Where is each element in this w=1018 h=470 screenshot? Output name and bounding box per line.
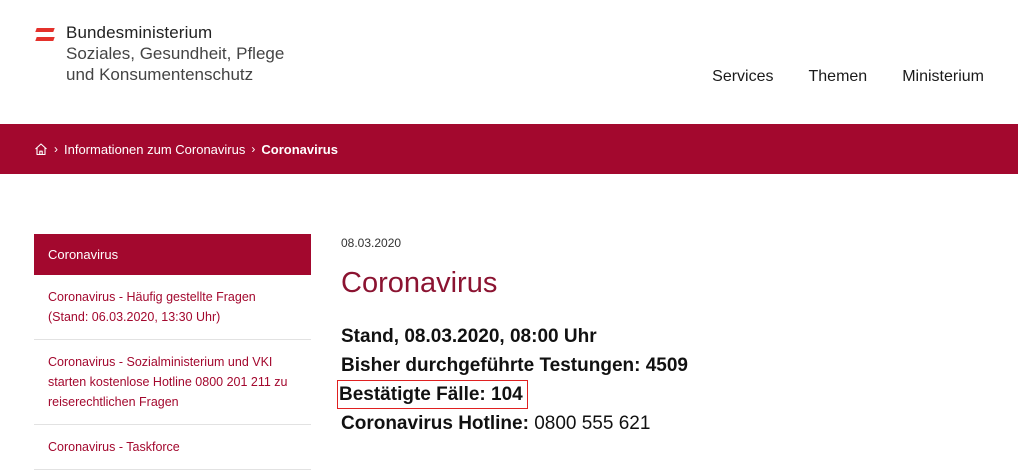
- cases-value: 104: [491, 384, 523, 405]
- page-title: Coronavirus: [341, 267, 498, 299]
- nav-themen[interactable]: Themen: [809, 66, 868, 88]
- logo-line-2: Soziales, Gesundheit, Pflege: [66, 44, 285, 63]
- breadcrumb-item-current: Coronavirus: [261, 141, 338, 157]
- breadcrumb: › Informationen zum Coronavirus › Corona…: [34, 124, 338, 174]
- site-header: Bundesministerium Soziales, Gesundheit, …: [0, 0, 1018, 124]
- tests-value: 4509: [645, 355, 689, 376]
- sidebar-nav: Coronavirus Coronavirus - Häufig gestell…: [34, 234, 311, 470]
- tests-label: Bisher durchgeführte Testungen:: [341, 355, 641, 376]
- sidebar-item-taskforce[interactable]: Coronavirus - Taskforce: [34, 425, 311, 470]
- breadcrumb-bar: › Informationen zum Coronavirus › Corona…: [0, 124, 1018, 174]
- main-content: 08.03.2020 Coronavirus Stand, 08.03.2020…: [337, 234, 1001, 438]
- nav-services[interactable]: Services: [712, 66, 773, 88]
- sidebar-item-coronavirus-active[interactable]: Coronavirus: [34, 234, 311, 275]
- breadcrumb-item-informationen[interactable]: Informationen zum Coronavirus: [64, 142, 245, 157]
- tests-line: Bisher durchgeführte Testungen: 4509: [341, 351, 1001, 380]
- hotline-label: Coronavirus Hotline:: [341, 413, 529, 434]
- home-icon[interactable]: [34, 142, 48, 156]
- nav-ministerium[interactable]: Ministerium: [902, 66, 984, 88]
- hotline-line: Coronavirus Hotline: 0800 555 621: [341, 409, 1001, 438]
- status-facts: Stand, 08.03.2020, 08:00 Uhr Bisher durc…: [337, 322, 1001, 438]
- breadcrumb-separator-icon: ›: [54, 142, 58, 156]
- logo-line-3: und Konsumentenschutz: [66, 65, 254, 84]
- cases-label: Bestätigte Fälle:: [339, 384, 486, 405]
- breadcrumb-separator-icon: ›: [251, 142, 256, 156]
- cases-line: Bestätigte Fälle: 104: [337, 380, 1001, 409]
- sidebar-item-hotline-news[interactable]: Coronavirus - Sozialministerium und VKI …: [34, 340, 311, 425]
- logo-line-1: Bundesministerium: [66, 23, 213, 42]
- austria-flag-logo-icon[interactable]: [35, 28, 55, 41]
- stand-line: Stand, 08.03.2020, 08:00 Uhr: [341, 322, 1001, 351]
- stand-text: Stand, 08.03.2020, 08:00 Uhr: [341, 326, 597, 347]
- main-nav: Services Themen Ministerium: [677, 66, 984, 88]
- publish-date: 08.03.2020: [341, 236, 402, 250]
- hotline-number[interactable]: 0800 555 621: [534, 413, 650, 434]
- sidebar-item-faq[interactable]: Coronavirus - Häufig gestellte Fragen (S…: [34, 275, 311, 340]
- cases-highlight-box: Bestätigte Fälle: 104: [337, 380, 528, 409]
- ministry-logo-text[interactable]: Bundesministerium Soziales, Gesundheit, …: [66, 22, 284, 85]
